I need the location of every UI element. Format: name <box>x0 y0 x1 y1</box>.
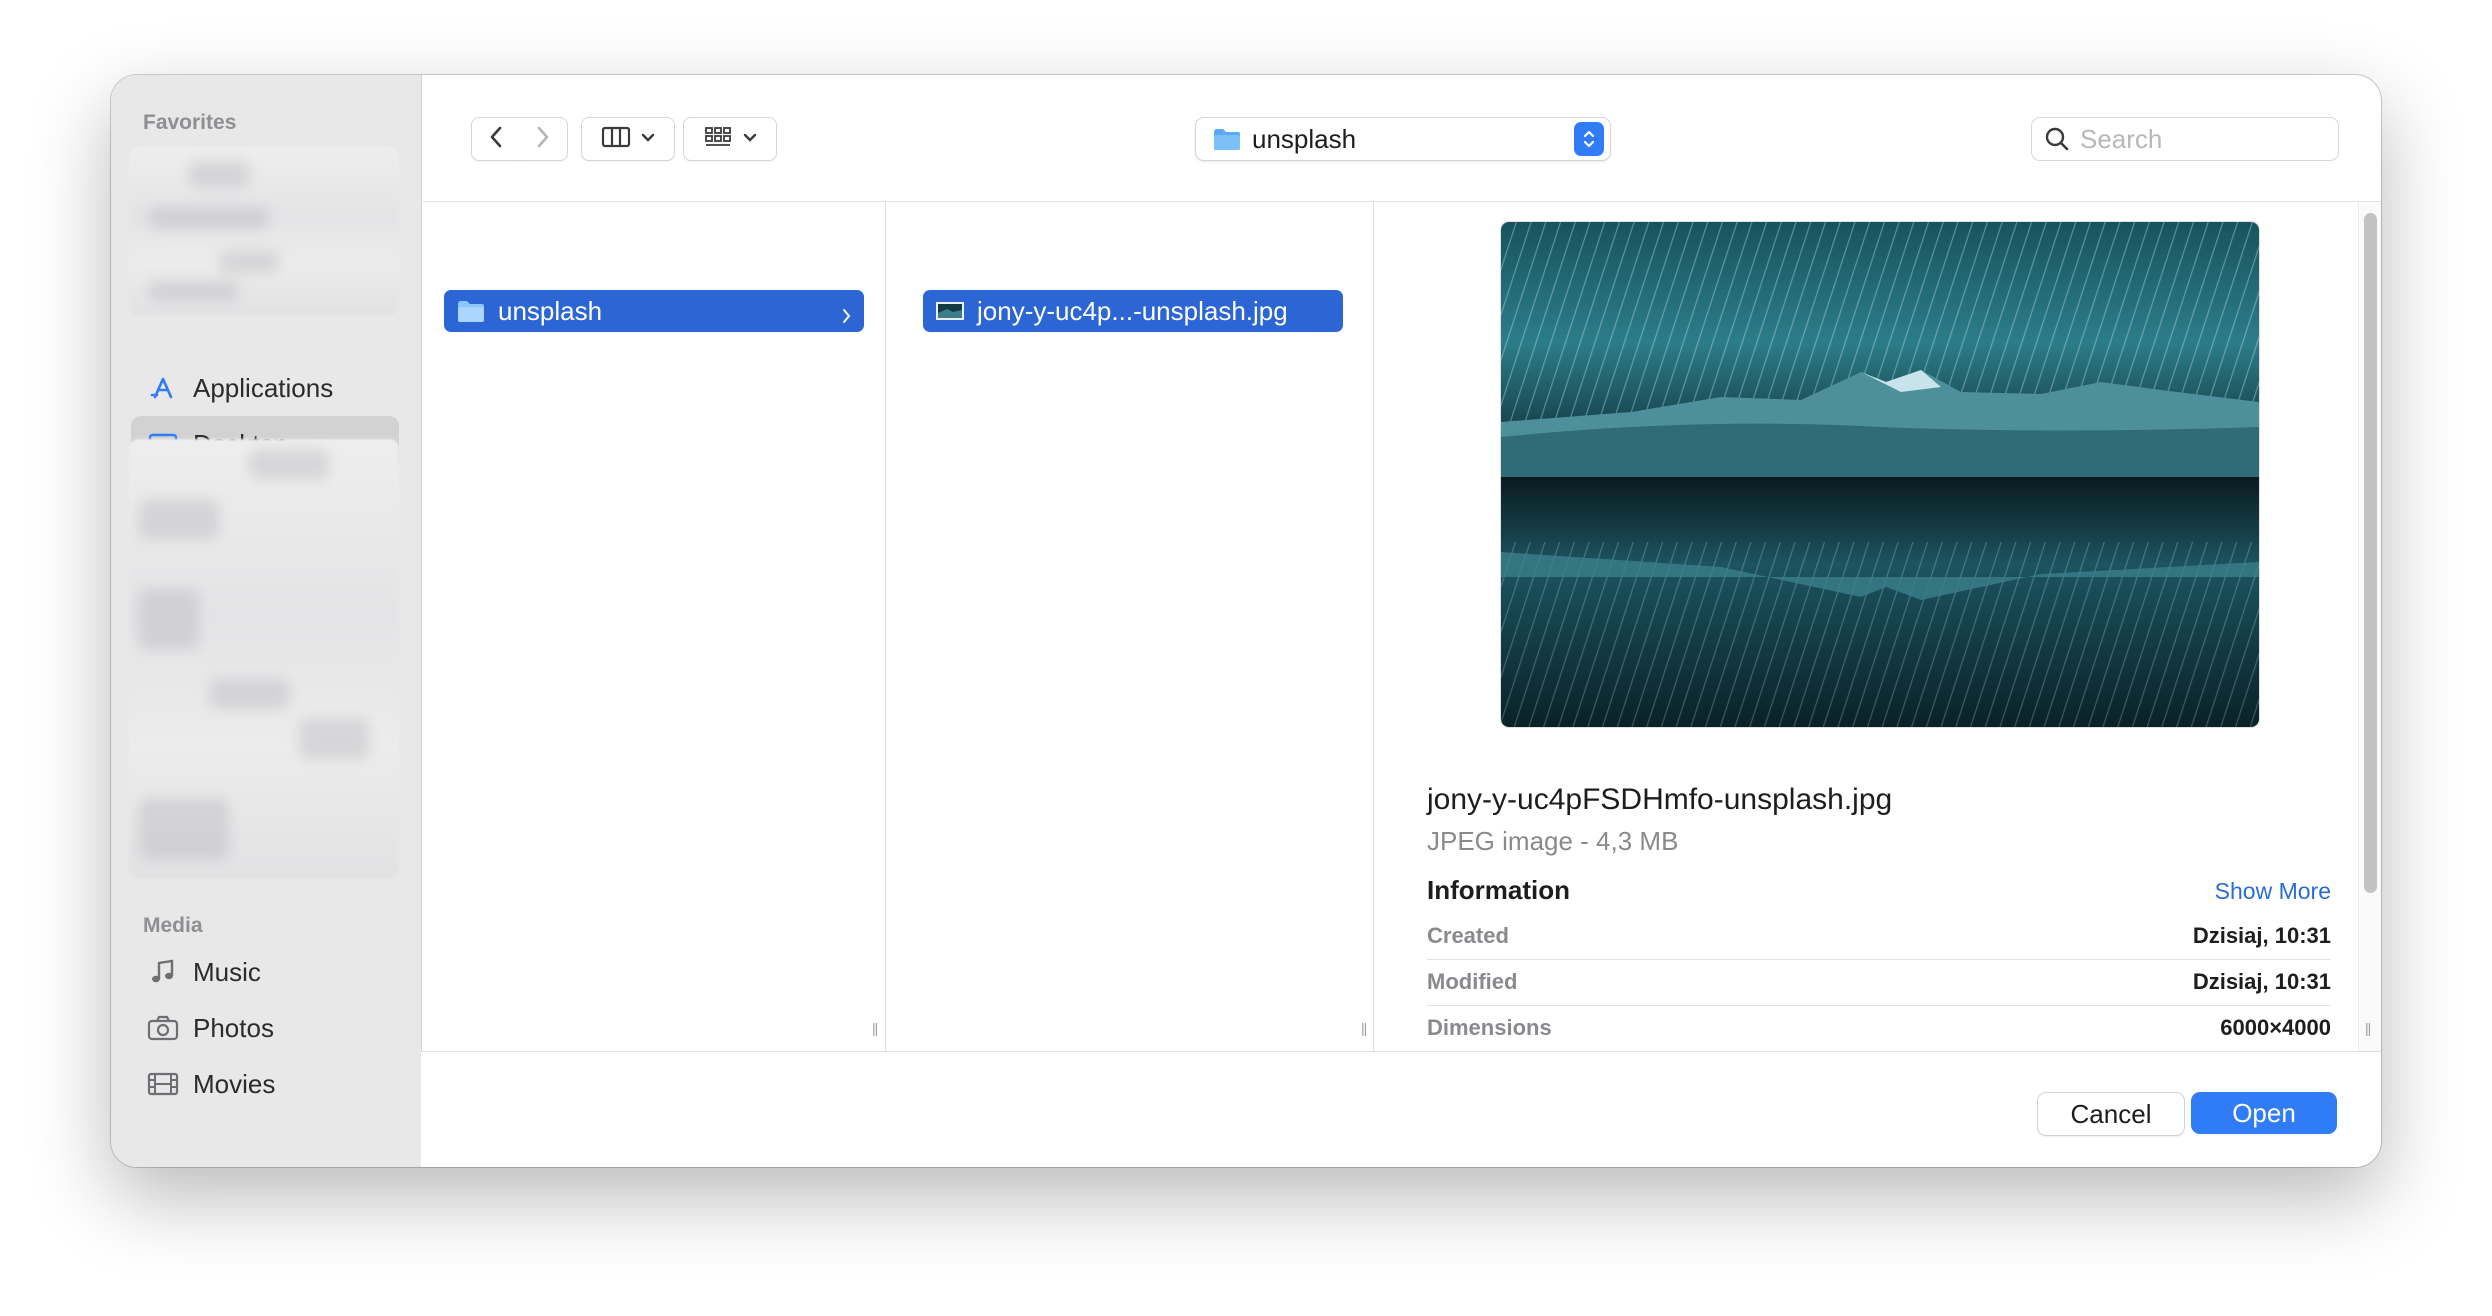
sidebar-item-label: Music <box>193 956 261 987</box>
location-popup[interactable]: unsplash <box>1195 117 1611 161</box>
column-divider <box>1373 202 1374 1051</box>
camera-icon <box>145 1015 181 1041</box>
preview-filename: jony-y-uc4pFSDHmfo-unsplash.jpg <box>1427 783 1893 816</box>
sidebar: Favorites Applications Desktop <box>111 75 422 1167</box>
film-icon <box>145 1071 181 1097</box>
sidebar-item-movies[interactable]: Movies <box>131 1056 399 1112</box>
info-value: Dzisiaj, 10:31 <box>2192 969 2331 994</box>
info-row-dimensions: Dimensions 6000×4000 <box>1427 1005 2331 1051</box>
popup-stepper-icon <box>1574 122 1604 156</box>
redacted-favorites <box>129 147 399 315</box>
list-item-label: jony-y-uc4p...-unsplash.jpg <box>977 295 1288 326</box>
view-mode-button[interactable] <box>581 117 675 161</box>
preview-scrollbar-thumb[interactable] <box>2364 213 2377 893</box>
list-item-image-file[interactable]: jony-y-uc4p...-unsplash.jpg <box>923 290 1343 332</box>
forward-chevron-icon <box>536 125 550 154</box>
info-value: 6000×4000 <box>2220 1015 2331 1040</box>
info-row-created: Created Dzisiaj, 10:31 <box>1427 913 2331 960</box>
folder-icon <box>456 299 486 323</box>
sidebar-item-label: Applications <box>193 372 334 403</box>
chevron-down-icon <box>743 130 757 148</box>
search-placeholder: Search <box>2080 123 2163 154</box>
location-label: unsplash <box>1252 123 1357 154</box>
info-key: Dimensions <box>1427 1015 1552 1040</box>
info-key: Modified <box>1427 969 1518 994</box>
music-note-icon <box>145 958 181 986</box>
group-mode-button[interactable] <box>683 117 777 161</box>
information-heading: Information <box>1427 875 1570 905</box>
chevron-down-icon <box>641 130 655 148</box>
column-divider <box>885 202 886 1051</box>
column-resize-handle[interactable]: || <box>872 1020 878 1036</box>
applications-icon <box>145 374 181 402</box>
column-2: jony-y-uc4p...-unsplash.jpg || <box>913 202 1373 1051</box>
forward-button[interactable] <box>519 117 568 161</box>
image-preview <box>1501 222 2259 727</box>
back-chevron-icon <box>489 125 503 154</box>
grid-icon <box>703 125 733 154</box>
sidebar-item-label: Movies <box>193 1068 276 1099</box>
sidebar-item-applications[interactable]: Applications <box>131 360 399 416</box>
open-file-dialog: Favorites Applications Desktop <box>111 75 2381 1167</box>
search-icon <box>2044 126 2070 152</box>
preview-filetype-size: JPEG image - 4,3 MB <box>1427 826 1679 856</box>
open-button[interactable]: Open <box>2191 1092 2337 1134</box>
show-more-link[interactable]: Show More <box>2215 878 2331 905</box>
info-value: Dzisiaj, 10:31 <box>2192 923 2331 948</box>
back-button[interactable] <box>471 117 521 161</box>
sidebar-item-label: Photos <box>193 1012 274 1043</box>
column-1: unsplash || <box>422 202 885 1051</box>
column-resize-handle[interactable]: || <box>1361 1020 1367 1036</box>
list-item-label: unsplash <box>498 295 603 326</box>
image-thumbnail-icon <box>935 300 965 322</box>
info-key: Created <box>1427 923 1509 948</box>
info-row-modified: Modified Dzisiaj, 10:31 <box>1427 959 2331 1006</box>
media-heading: Media <box>143 914 203 937</box>
search-field[interactable]: Search <box>2031 117 2339 161</box>
list-item-unsplash-folder[interactable]: unsplash <box>444 290 864 332</box>
toolbar: unsplash Search <box>421 75 2381 202</box>
sidebar-item-music[interactable]: Music <box>131 944 399 1000</box>
redacted-locations <box>129 439 399 879</box>
dialog-footer: Cancel Open <box>421 1051 2381 1167</box>
folder-icon <box>1212 127 1242 151</box>
cancel-button[interactable]: Cancel <box>2037 1092 2185 1136</box>
column-view-icon <box>601 125 631 154</box>
favorites-heading: Favorites <box>143 111 237 134</box>
column-resize-handle[interactable]: || <box>2365 1020 2371 1036</box>
sidebar-item-photos[interactable]: Photos <box>131 1000 399 1056</box>
night-landscape-image <box>1501 222 2259 727</box>
chevron-right-icon <box>842 301 852 332</box>
